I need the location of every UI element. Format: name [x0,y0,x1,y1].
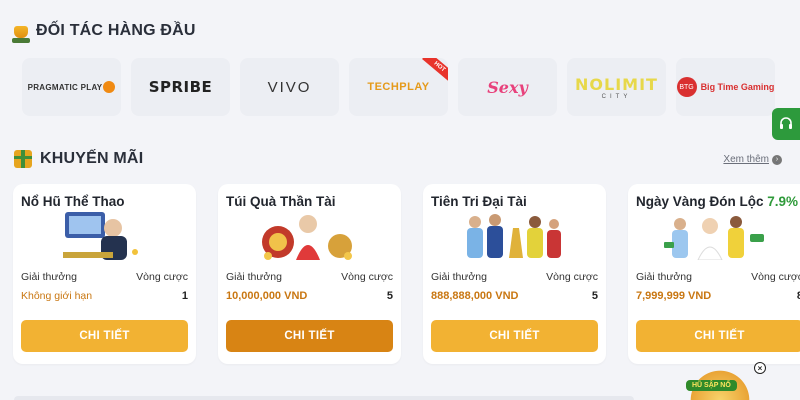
promo-artwork [262,215,352,260]
chevron-right-icon: › [772,154,782,165]
promo-artwork [664,216,764,260]
promo-card: Nổ Hũ Thể Thao Giải thưởng Vòng cược Khô… [13,184,196,364]
promo-card: Ngày Vàng Đón Lộc 7.9% Giải thưởng Vòng … [628,184,800,364]
prize-value: 7,999,999 VND [636,290,712,302]
partners-title: ĐỐI TÁC HÀNG ĐẦU [36,22,196,39]
promo-title: Tiên Tri Đại Tài [431,194,527,209]
detail-button[interactable]: CHI TIẾT [21,320,188,352]
jackpot-label: HŨ SẬP NỔ [686,380,737,391]
promo-artwork [467,214,561,258]
promo-title-text: Ngày Vàng Đón Lộc [636,194,764,209]
promo-artwork [63,212,138,260]
detail-button[interactable]: CHI TIẾT [431,320,598,352]
rounds-value: 1 [181,290,188,302]
pragmatic-orb-icon [103,81,116,93]
prize-label: Giải thưởng [431,271,487,283]
partner-label: Sexy [487,77,528,97]
jackpot-banner[interactable]: HŨ SẬP NỔ × [682,362,766,400]
gift-icon [14,150,32,168]
prize-label: Giải thưởng [226,271,282,283]
rounds-label: Vòng cược [341,271,393,283]
promos-title: KHUYẾN MÃI [40,150,144,167]
promo-title: Nổ Hũ Thể Thao [21,194,125,209]
btg-logo-icon: BTG [676,77,697,97]
rounds-label: Vòng cược [546,271,598,283]
partner-vivo[interactable]: VIVO [240,58,339,116]
close-icon[interactable]: × [754,362,766,374]
promos-heading: KHUYẾN MÃI [14,150,143,168]
promo-card: Túi Quà Thần Tài Giải thưởng Vòng cược 1… [218,184,401,364]
prize-label: Giải thưởng [636,271,692,283]
see-more-label: Xem thêm [723,154,769,165]
partner-sexy[interactable]: Sexy [458,58,557,116]
partner-label: NOLIMIT [575,74,658,94]
partner-pragmatic-play[interactable]: PRAGMATIC PLAY [22,58,121,116]
detail-button[interactable]: CHI TIẾT [636,320,800,352]
rounds-label: Vòng cược [136,271,188,283]
partner-nolimit-city[interactable]: NOLIMIT CITY [567,58,666,116]
partner-label: VIVO [267,78,312,96]
next-section-edge [14,396,634,400]
prize-value: 10,000,000 VND [226,290,308,302]
headset-icon [780,117,792,129]
promo-title: Ngày Vàng Đón Lộc 7.9% [636,194,800,209]
rounds-value: 5 [386,290,393,302]
detail-button[interactable]: CHI TIẾT [226,320,393,352]
promo-card: Tiên Tri Đại Tài Giải thưởng Vòng cược 8… [423,184,606,364]
hot-badge: HOT [422,58,448,83]
rounds-value: 5 [591,290,598,302]
partner-label: Big Time Gaming [700,82,775,92]
prize-label: Giải thưởng [21,271,77,283]
partner-label: SPRIBE [148,78,213,96]
partner-techplay[interactable]: TECHPLAY HOT [349,58,448,116]
partner-label: TECHPLAY [367,81,430,93]
promo-title-highlight: 7.9% [767,194,799,209]
see-more-link[interactable]: Xem thêm › [723,154,782,165]
prize-value: Không giới hạn [21,290,93,302]
rounds-label: Vòng cược [751,271,800,283]
trophy-icon [12,26,30,43]
partner-label: PRAGMATIC PLAY [27,82,103,92]
partner-list: PRAGMATIC PLAY SPRIBE VIVO TECHPLAY HOT … [22,58,775,116]
promo-list: Nổ Hũ Thể Thao Giải thưởng Vòng cược Khô… [13,184,800,364]
support-button[interactable] [772,108,800,140]
partner-sublabel: CITY [601,93,632,100]
partner-big-time-gaming[interactable]: BTG Big Time Gaming [676,58,775,116]
partner-spribe[interactable]: SPRIBE [131,58,230,116]
partners-heading: ĐỐI TÁC HÀNG ĐẦU [12,22,196,43]
promo-title: Túi Quà Thần Tài [226,194,336,209]
prize-value: 888,888,000 VND [431,290,519,302]
